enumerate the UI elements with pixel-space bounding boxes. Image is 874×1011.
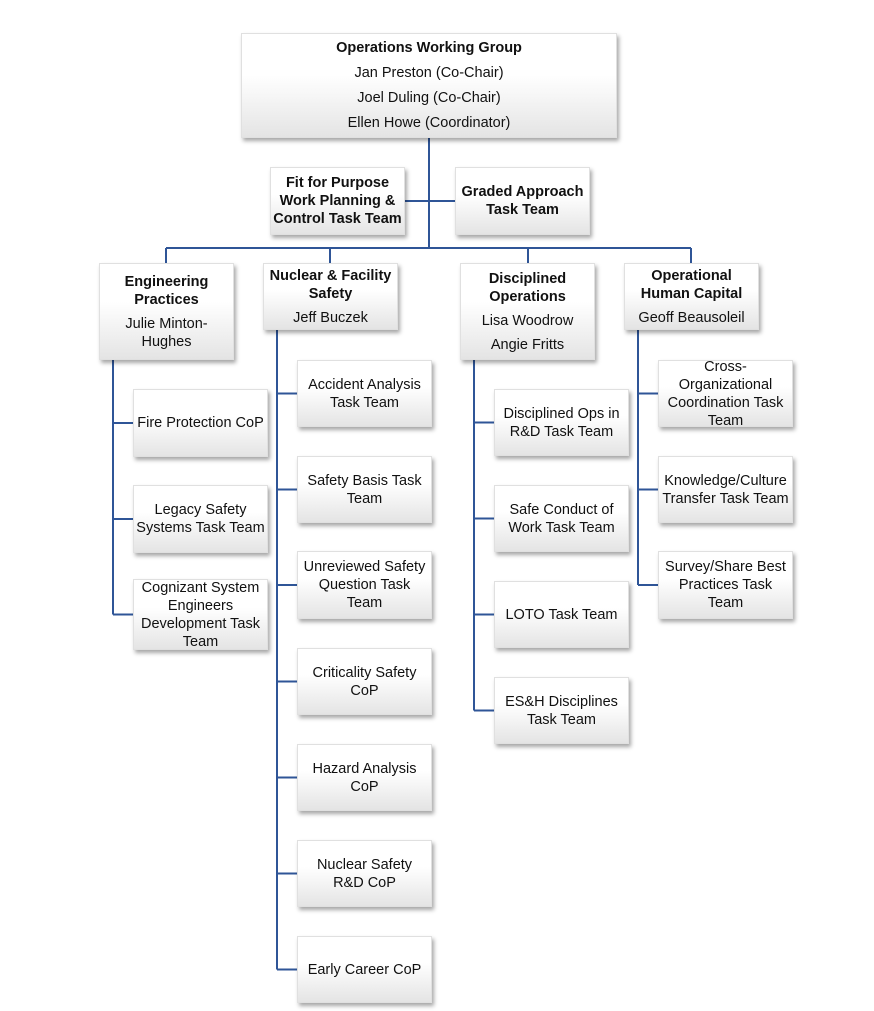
lead-name: Julie Minton-Hughes	[125, 315, 208, 350]
team-box: Fire Protection CoP	[133, 389, 268, 457]
team-box: Cross-Organizational Coordination Task T…	[658, 358, 793, 429]
team-label: Criticality Safety CoP	[312, 664, 417, 699]
team-label: Safe Conduct of Work Task Team	[508, 501, 615, 536]
team-label: Fire Protection CoP	[137, 415, 264, 431]
team-label: Early Career CoP	[307, 961, 422, 978]
member: Joel Duling (Co-Chair)	[357, 90, 501, 106]
team-label: Survey/Share Best Practices Task Team	[665, 559, 786, 611]
team-box: Disciplined Ops in R&D Task Team	[494, 389, 629, 456]
team-label: Accident Analysis Task Team	[308, 376, 421, 411]
lead-name: Lisa Woodrow	[481, 312, 574, 329]
operations-working-group-box: Operations Working Group Jan Preston (Co…	[241, 33, 617, 138]
top-title: Operations Working Group	[336, 40, 522, 56]
branch-title: Nuclear & Facility Safety	[269, 267, 392, 302]
team-label: LOTO Task Team	[505, 606, 618, 623]
lead-name: Jeff Buczek	[293, 309, 368, 326]
member: Jan Preston (Co-Chair)	[354, 65, 504, 81]
team-box: Cognizant System Engineers Development T…	[133, 579, 268, 650]
org-chart: Operations Working Group Jan Preston (Co…	[0, 0, 874, 1011]
team-box: Safety Basis Task Team	[297, 456, 432, 523]
team-box: Safe Conduct of Work Task Team	[494, 485, 629, 552]
team-label: Knowledge/Culture Transfer Task Team	[662, 472, 789, 507]
team-label: Cognizant System Engineers Development T…	[140, 579, 261, 650]
team-box: Nuclear Safety R&D CoP	[297, 840, 432, 907]
team-title: Graded Approach Task Team	[461, 184, 584, 218]
lead-name: Angie Fritts	[490, 336, 565, 353]
team-box: Accident Analysis Task Team	[297, 360, 432, 427]
team-label: Unreviewed Safety Question Task Team	[303, 559, 426, 611]
team-label: Legacy Safety Systems Task Team	[136, 502, 265, 536]
branch-box: Engineering Practices Julie Minton-Hughes	[99, 263, 234, 360]
branch-box: Operational Human Capital Geoff Beausolei…	[624, 263, 759, 330]
team-label: Nuclear Safety R&D CoP	[316, 856, 413, 891]
team-label: ES&H Disciplines Task Team	[505, 693, 618, 728]
team-box: Hazard Analysis CoP	[297, 744, 432, 811]
team-box: Survey/Share Best Practices Task Team	[658, 551, 793, 619]
team-label: Safety Basis Task Team	[307, 472, 422, 507]
team-box: LOTO Task Team	[494, 581, 629, 648]
fit-for-purpose-box: Fit for Purpose Work Planning & Control …	[270, 167, 405, 235]
team-label: Disciplined Ops in R&D Task Team	[503, 405, 620, 440]
team-box: Early Career CoP	[297, 936, 432, 1003]
team-label: Hazard Analysis CoP	[312, 760, 417, 795]
team-box: ES&H Disciplines Task Team	[494, 677, 629, 744]
branch-title: Disciplined Operations	[488, 270, 567, 305]
team-box: Legacy Safety Systems Task Team	[133, 485, 268, 553]
team-box: Knowledge/Culture Transfer Task Team	[658, 456, 793, 523]
team-label: Cross-Organizational Coordination Task T…	[667, 358, 784, 429]
team-title: Fit for Purpose Work Planning & Control …	[273, 175, 402, 227]
graded-approach-box: Graded Approach Task Team	[455, 167, 590, 235]
team-box: Criticality Safety CoP	[297, 648, 432, 715]
branch-title: Operational Human Capital	[640, 267, 743, 302]
member: Ellen Howe (Coordinator)	[347, 115, 511, 131]
branch-box: Disciplined Operations Lisa Woodrow Angie …	[460, 263, 595, 360]
team-box: Unreviewed Safety Question Task Team	[297, 551, 432, 619]
branch-box: Nuclear & Facility Safety Jeff Buczek	[263, 263, 398, 330]
lead-name: Geoff Beausoleil	[638, 309, 745, 326]
branch-title: Engineering Practices	[124, 273, 209, 308]
